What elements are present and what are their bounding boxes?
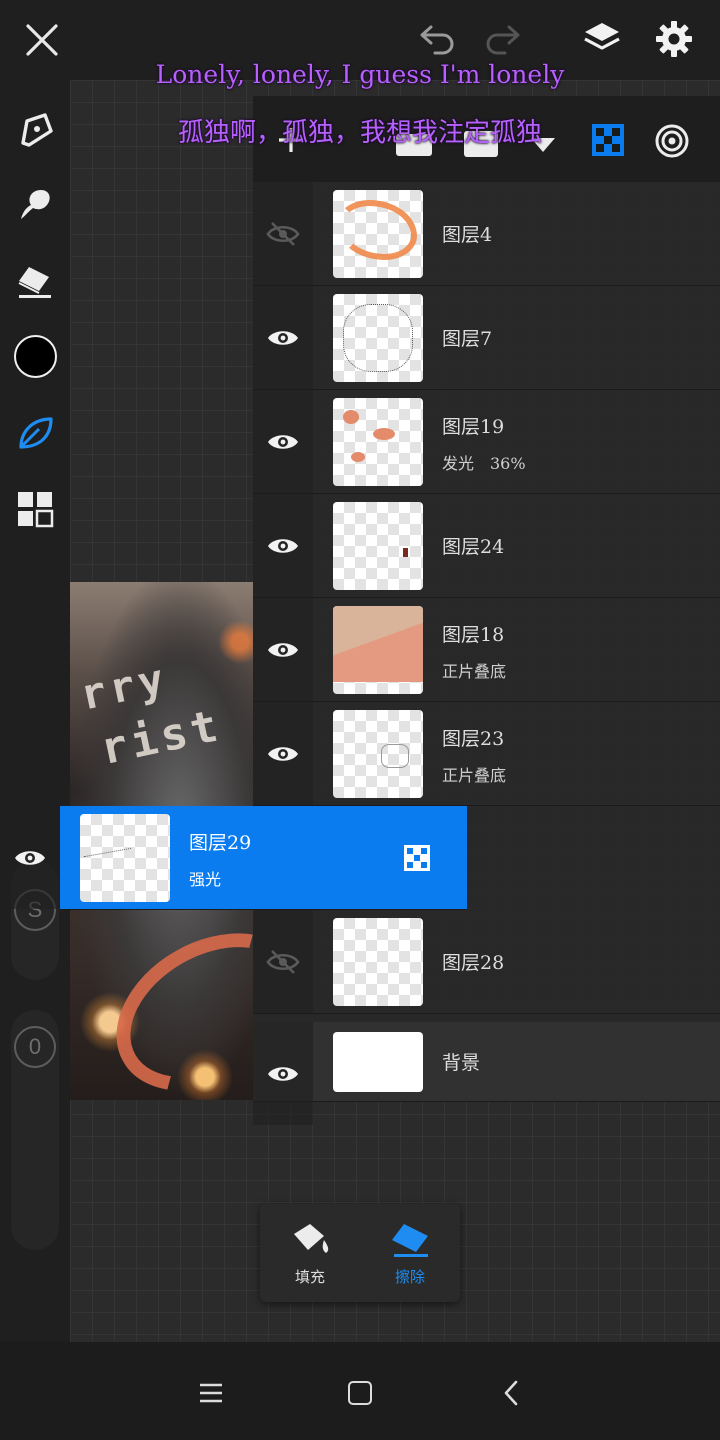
visibility-eye-icon[interactable]	[253, 702, 313, 805]
layer-blend-mode: 强光	[189, 870, 222, 889]
artwork-text-1: rry	[75, 653, 172, 720]
layer-blend-mode: 正片叠底	[442, 662, 507, 681]
lyric-line-english: Lonely, lonely, I guess I'm lonely	[155, 60, 565, 89]
layer-thumbnail	[333, 710, 423, 798]
paint-bucket-icon	[294, 1223, 329, 1253]
layer-name: 图层18	[442, 624, 505, 646]
layer-thumbnail	[333, 502, 423, 590]
undo-icon[interactable]	[412, 16, 462, 62]
layer-thumbnail	[333, 606, 423, 694]
visibility-eye-icon[interactable]	[253, 390, 313, 493]
eraser-icon	[392, 1223, 428, 1257]
layer-thumbnail	[80, 814, 170, 902]
layer-thumbnail	[333, 1032, 423, 1092]
layer-name: 图层19	[442, 416, 505, 438]
visibility-eye-icon[interactable]	[253, 598, 313, 701]
visibility-eye-icon[interactable]	[0, 806, 60, 909]
back-icon[interactable]	[490, 1372, 532, 1414]
erase-label: 擦除	[394, 1267, 425, 1286]
smudge-tool-icon[interactable]	[12, 182, 58, 228]
home-icon[interactable]	[339, 1372, 381, 1414]
fill-erase-popup: 填充 擦除	[260, 1204, 460, 1302]
visibility-eye-icon[interactable]	[253, 286, 313, 389]
fill-button[interactable]: 填充	[260, 1204, 360, 1302]
layer-row[interactable]: 图层23 正片叠底	[253, 702, 720, 806]
fill-label: 填充	[294, 1267, 325, 1286]
settings-gear-icon[interactable]	[650, 14, 698, 64]
layer-row[interactable]: 图层18 正片叠底	[253, 598, 720, 702]
layers-icon[interactable]	[578, 14, 626, 64]
brush-leaf-icon[interactable]	[12, 410, 58, 456]
layer-thumbnail	[333, 190, 423, 278]
artwork-ribbon	[88, 901, 253, 1100]
recent-apps-icon[interactable]	[190, 1372, 232, 1414]
layer-name: 图层29	[189, 832, 252, 854]
layer-blend-mode: 发光 36%	[442, 454, 526, 473]
layer-name: 图层7	[442, 328, 493, 350]
visibility-eye-icon[interactable]	[253, 494, 313, 597]
layer-thumbnail	[333, 918, 423, 1006]
close-icon[interactable]	[18, 16, 66, 64]
visibility-eye-icon[interactable]	[253, 1022, 313, 1125]
layer-row[interactable]: 图层24	[253, 494, 720, 598]
layer-row[interactable]: 图层28	[253, 910, 720, 1014]
layer-row[interactable]: 图层4	[253, 182, 720, 286]
visibility-hidden-icon[interactable]	[253, 910, 313, 1013]
layer-row[interactable]: 背景	[253, 1022, 720, 1125]
redo-icon[interactable]	[478, 16, 528, 62]
opacity-knob[interactable]: 0	[14, 1026, 56, 1068]
grid-menu-icon[interactable]	[12, 486, 58, 532]
lyric-line-chinese: 孤独啊，孤独，我想我注定孤独	[177, 118, 542, 148]
layer-thumbnail	[333, 294, 423, 382]
visibility-hidden-icon[interactable]	[253, 182, 313, 285]
layer-blend-mode: 正片叠底	[442, 766, 507, 785]
alpha-lock-checker-icon[interactable]	[404, 845, 430, 871]
layer-row[interactable]: 图层7	[253, 286, 720, 390]
layer-name: 图层24	[442, 536, 505, 558]
layer-name: 图层4	[442, 224, 493, 246]
layer-name: 图层23	[442, 728, 505, 750]
system-nav-bar	[0, 1342, 720, 1440]
layer-row[interactable]: 图层29 强光	[0, 806, 467, 910]
eraser-tool-icon[interactable]	[12, 258, 58, 304]
layer-thumbnail	[333, 398, 423, 486]
color-swatch[interactable]	[12, 333, 58, 379]
layer-name: 背景	[442, 1052, 481, 1074]
layer-row[interactable]: 图层19 发光 36%	[253, 390, 720, 494]
opacity-label: 0	[28, 1034, 42, 1059]
layer-name: 图层28	[442, 952, 505, 974]
erase-button[interactable]: 擦除	[360, 1204, 460, 1302]
